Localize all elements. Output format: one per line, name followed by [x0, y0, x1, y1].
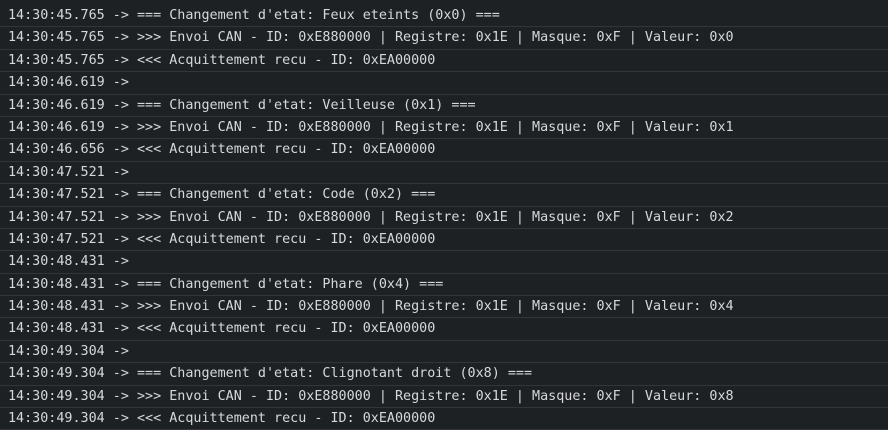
- log-line: 14:30:49.304 -> <<< Acquittement recu - …: [0, 408, 888, 430]
- log-line: 14:30:48.431 -> >>> Envoi CAN - ID: 0xE8…: [0, 296, 888, 319]
- log-line: 14:30:48.431 -> <<< Acquittement recu - …: [0, 318, 888, 341]
- log-line: 14:30:49.304 -> === Changement d'etat: C…: [0, 363, 888, 386]
- log-line: 14:30:47.521 ->: [0, 162, 888, 185]
- log-line: 14:30:46.656 -> <<< Acquittement recu - …: [0, 139, 888, 162]
- log-line: 14:30:46.619 -> >>> Envoi CAN - ID: 0xE8…: [0, 117, 888, 140]
- log-line: 14:30:47.521 -> <<< Acquittement recu - …: [0, 229, 888, 252]
- log-line: 14:30:47.521 -> >>> Envoi CAN - ID: 0xE8…: [0, 207, 888, 229]
- log-line: 14:30:45.765 -> === Changement d'etat: F…: [0, 5, 888, 28]
- serial-monitor-output[interactable]: 14:30:45.765 -> === Changement d'etat: F…: [0, 0, 888, 430]
- log-line: 14:30:45.765 -> <<< Acquittement recu - …: [0, 50, 888, 73]
- log-line: 14:30:47.521 -> === Changement d'etat: C…: [0, 184, 888, 207]
- log-line: 14:30:45.765 -> >>> Envoi CAN - ID: 0xE8…: [0, 27, 888, 50]
- log-line: 14:30:46.619 ->: [0, 72, 888, 95]
- log-line: 14:30:49.304 ->: [0, 341, 888, 364]
- log-line: 14:30:48.431 ->: [0, 251, 888, 274]
- log-line: 14:30:49.304 -> >>> Envoi CAN - ID: 0xE8…: [0, 386, 888, 409]
- log-line: 14:30:48.431 -> === Changement d'etat: P…: [0, 274, 888, 297]
- log-line: 14:30:46.619 -> === Changement d'etat: V…: [0, 95, 888, 117]
